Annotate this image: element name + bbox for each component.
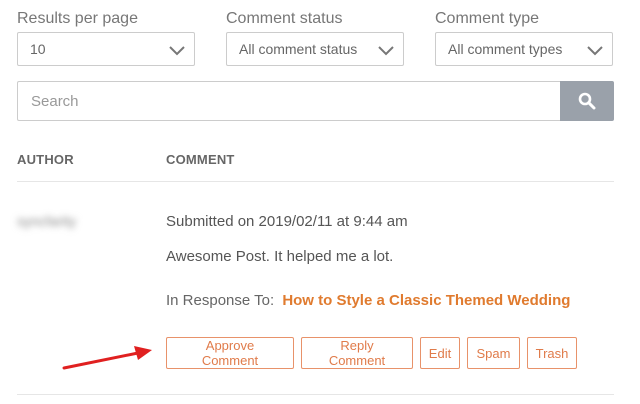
search-input[interactable] — [17, 81, 560, 121]
comment-type-label: Comment type — [435, 10, 540, 27]
spam-comment-button[interactable]: Spam — [467, 337, 520, 369]
comment-status-value: All comment status — [239, 41, 358, 57]
results-per-page-filter: Results per page 10 — [17, 8, 195, 66]
chevron-down-icon — [169, 46, 185, 56]
chevron-down-icon — [587, 46, 603, 56]
trash-comment-button[interactable]: Trash — [527, 337, 577, 369]
results-per-page-label: Results per page — [17, 10, 138, 27]
comment-response: In Response To: How to Style a Classic T… — [166, 292, 570, 309]
author-column-header: AUTHOR — [17, 152, 74, 167]
comment-type-value: All comment types — [448, 41, 563, 57]
reply-comment-button[interactable]: Reply Comment — [301, 337, 413, 369]
search-bar — [17, 81, 614, 121]
search-button[interactable] — [560, 81, 614, 121]
comment-text: Awesome Post. It helped me a lot. — [166, 248, 394, 265]
comment-author: syncfarity — [17, 213, 77, 229]
comment-status-label: Comment status — [226, 10, 343, 27]
response-post-link[interactable]: How to Style a Classic Themed Wedding — [282, 292, 570, 309]
response-label: In Response To: — [166, 292, 275, 309]
comment-status-select[interactable]: All comment status — [226, 32, 404, 66]
search-icon — [578, 92, 596, 110]
approve-comment-button[interactable]: Approve Comment — [166, 337, 294, 369]
edit-comment-button[interactable]: Edit — [420, 337, 460, 369]
comment-type-select[interactable]: All comment types — [435, 32, 613, 66]
chevron-down-icon — [378, 46, 394, 56]
comment-submitted-date: Submitted on 2019/02/11 at 9:44 am — [166, 213, 408, 230]
results-per-page-select[interactable]: 10 — [17, 32, 195, 66]
comment-actions: Approve Comment Reply Comment Edit Spam … — [166, 337, 577, 369]
filter-bar: Results per page 10 Comment status All c… — [17, 8, 614, 66]
comment-status-filter: Comment status All comment status — [226, 8, 404, 66]
table-header: AUTHOR COMMENT — [17, 146, 614, 182]
results-per-page-value: 10 — [30, 41, 46, 57]
comment-type-filter: Comment type All comment types — [435, 8, 613, 66]
annotation-arrow-icon — [62, 346, 152, 370]
comment-column-header: COMMENT — [166, 152, 235, 167]
